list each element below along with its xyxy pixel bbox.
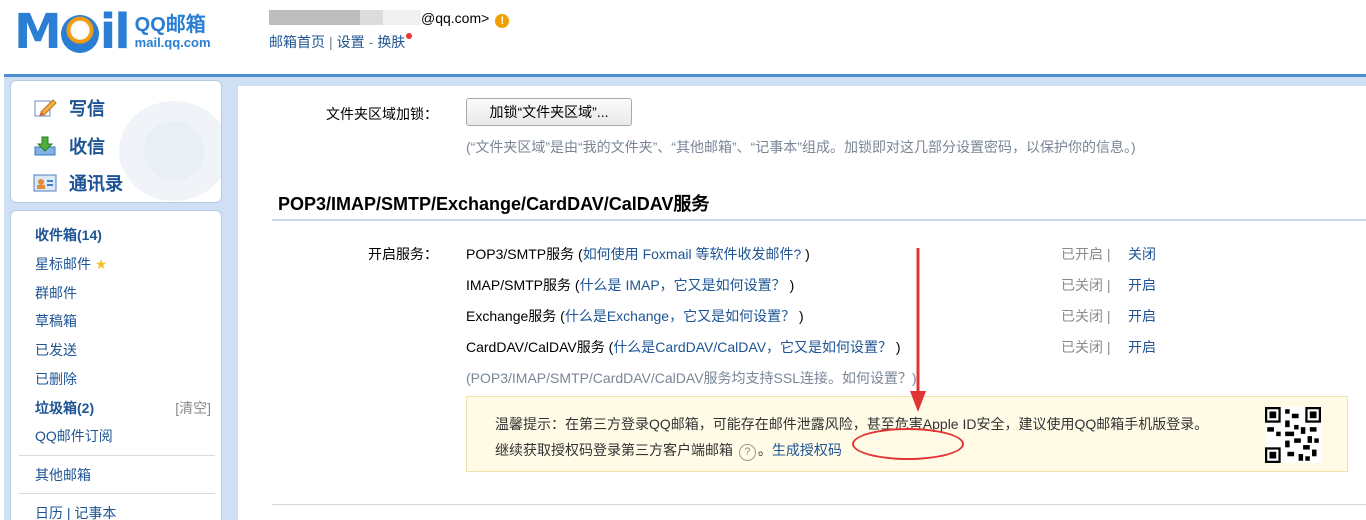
folder-list: 收件箱(14) 星标邮件 ★ 群邮件 草稿箱 已发送 已删除 垃圾箱(2) [清…: [10, 210, 222, 520]
divider: [19, 493, 215, 494]
service-state: 已关闭 |: [1061, 277, 1111, 293]
change-skin-link[interactable]: 换肤: [377, 34, 405, 50]
service-carddav-caldav: CardDAV/CalDAV服务 (什么是CardDAV/CalDAV，它又是如…: [466, 339, 901, 355]
qr-code-icon: [1265, 407, 1321, 463]
calendar-notes-links[interactable]: 日历 | 记事本: [35, 503, 116, 520]
service-imap-smtp: IMAP/SMTP服务 (什么是 IMAP，它又是如何设置？ ): [466, 277, 795, 293]
folder-lock-label: 文件夹区域加锁：: [326, 106, 438, 122]
imap-open-toggle[interactable]: 开启: [1128, 275, 1156, 295]
tip-line-1: 温馨提示：在第三方登录QQ邮箱，可能存在邮件泄露风险，甚至危害Apple ID安…: [495, 416, 1209, 432]
service-exchange: Exchange服务 (什么是Exchange，它又是如何设置？ ): [466, 308, 804, 324]
account-address: @qq.com>!: [269, 10, 510, 28]
logo-url-text: mail.qq.com: [134, 34, 211, 50]
compose-button[interactable]: 写信: [33, 95, 105, 121]
email-domain: @qq.com>: [421, 10, 490, 26]
sidebar-actions: 写信 收信 通讯录: [10, 80, 222, 203]
pop3-close-toggle[interactable]: 关闭: [1128, 244, 1156, 264]
warning-icon[interactable]: !: [495, 14, 510, 28]
ssl-setup-link[interactable]: 如何设置？: [842, 370, 912, 386]
qqmail-logo[interactable]: Mil QQ邮箱 mail.qq.com: [14, 8, 211, 56]
contacts-button[interactable]: 通讯录: [33, 170, 123, 196]
contacts-card-icon: [33, 174, 57, 192]
service-state: 已开启 |: [1061, 246, 1111, 262]
folder-sent[interactable]: 已发送: [35, 340, 77, 360]
annotation-circle: [852, 428, 964, 460]
star-icon: ★: [94, 256, 108, 272]
clear-spam-link[interactable]: [清空]: [175, 398, 211, 418]
carddav-help-link[interactable]: 什么是CardDAV/CalDAV，它又是如何设置？: [613, 339, 892, 355]
receive-button[interactable]: 收信: [33, 133, 105, 159]
folder-lock-button[interactable]: 加锁“文件夹区域”...: [466, 98, 632, 126]
enable-service-label: 开启服务：: [368, 246, 438, 262]
service-state: 已关闭 |: [1061, 308, 1111, 324]
settings-panel: 文件夹区域加锁： 加锁“文件夹区域”... (“文件夹区域”是由“我的文件夹”、…: [238, 86, 1366, 520]
divider: [19, 455, 215, 456]
folder-subscriptions[interactable]: QQ邮件订阅: [35, 426, 113, 446]
tip-text: 温馨提示：在第三方登录QQ邮箱，可能存在邮件泄露风险，甚至危害Apple ID安…: [495, 411, 1208, 463]
section-title: POP3/IMAP/SMTP/Exchange/CardDAV/CalDAV服务: [278, 194, 710, 214]
service-state: 已关闭 |: [1061, 339, 1111, 355]
folder-drafts[interactable]: 草稿箱: [35, 311, 77, 331]
folder-inbox[interactable]: 收件箱(14): [35, 225, 102, 245]
mailbox-home-link[interactable]: 邮箱首页: [269, 34, 325, 50]
folder-other-mailbox[interactable]: 其他邮箱: [35, 465, 91, 485]
section-divider-bottom: [272, 504, 1366, 505]
folder-spam[interactable]: 垃圾箱(2): [35, 398, 94, 418]
top-header: Mil QQ邮箱 mail.qq.com @qq.com>! 邮箱首页 | 设置 - 换…: [0, 0, 1366, 72]
logo-mark: Mil: [14, 4, 131, 60]
section-divider: [272, 219, 1366, 221]
folder-group-mail[interactable]: 群邮件: [35, 283, 77, 303]
carddav-open-toggle[interactable]: 开启: [1128, 337, 1156, 357]
top-links: 邮箱首页 | 设置 - 换肤: [269, 32, 413, 52]
new-dot-icon: [406, 33, 413, 39]
compose-icon: [34, 99, 57, 117]
logo-brand-text: QQ邮箱: [134, 13, 206, 36]
settings-link[interactable]: 设置: [337, 34, 365, 50]
folder-lock-note: (“文件夹区域”是由“我的文件夹”、“其他邮箱”、“记事本”组成。加锁即对这几部…: [466, 139, 1136, 155]
exchange-open-toggle[interactable]: 开启: [1128, 306, 1156, 326]
penguin-stamp-icon: [119, 101, 221, 201]
generate-auth-code-link[interactable]: 生成授权码: [772, 442, 842, 458]
folder-starred[interactable]: 星标邮件 ★: [35, 254, 107, 274]
inbox-download-icon: [34, 136, 56, 156]
annotation-arrow: [910, 248, 926, 412]
exchange-help-link[interactable]: 什么是Exchange，它又是如何设置？: [565, 308, 795, 324]
foxmail-help-link[interactable]: 如何使用 Foxmail 等软件收发邮件?: [583, 246, 802, 262]
service-pop3-smtp: POP3/SMTP服务 (如何使用 Foxmail 等软件收发邮件? ): [466, 246, 810, 262]
imap-help-link[interactable]: 什么是 IMAP，它又是如何设置？: [580, 277, 786, 293]
redacted-username: [269, 10, 421, 25]
ssl-note: (POP3/IMAP/SMTP/CardDAV/CalDAV服务均支持SSL连接…: [466, 370, 917, 386]
help-icon[interactable]: ?: [738, 444, 756, 461]
folder-deleted[interactable]: 已删除: [35, 369, 77, 389]
